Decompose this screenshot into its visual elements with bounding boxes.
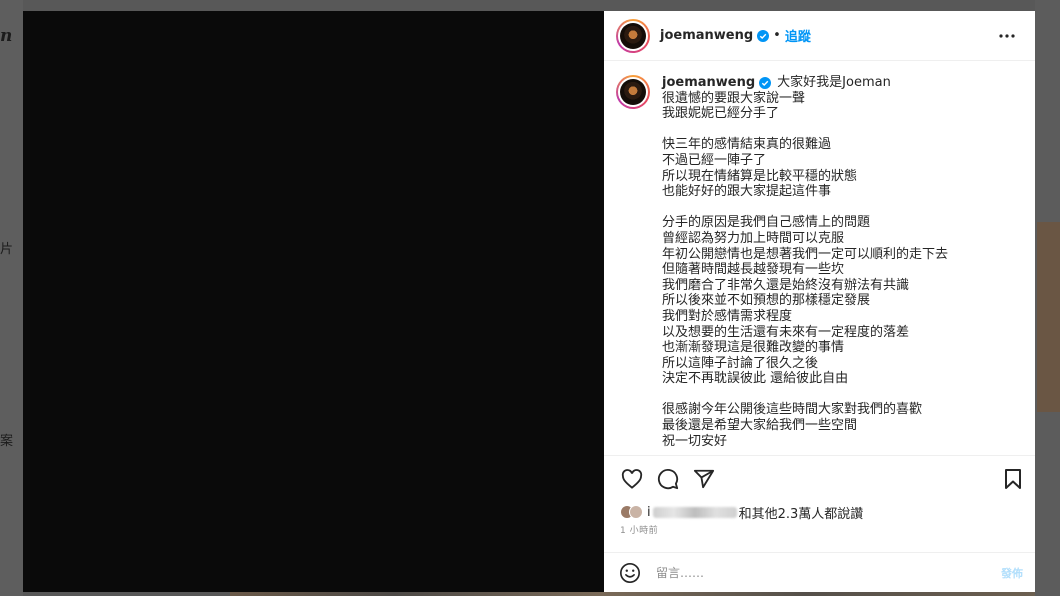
more-options-icon[interactable]: [995, 24, 1019, 48]
caption-username[interactable]: joemanweng: [662, 75, 755, 91]
caption-line: 最後還是希望大家給我們一些空間: [662, 418, 858, 434]
heart-icon[interactable]: [618, 465, 646, 493]
liker-avatars[interactable]: [620, 505, 643, 519]
caption-line: 年初公開戀情也是想著我們一定可以順利的走下去: [662, 246, 949, 262]
verified-badge-icon: [757, 29, 770, 42]
verified-badge-icon: [759, 76, 772, 89]
caption-line: 曾經認為努力加上時間可以克服: [662, 230, 845, 246]
caption-line: 不過已經一陣子了: [662, 152, 767, 168]
post-modal: joemanweng • 追蹤 joemanweng 大家好我是Joeman 很…: [23, 11, 1035, 592]
caption-line: 祝一切安好: [662, 433, 728, 449]
caption-text: joemanweng 大家好我是Joeman 很遺憾的要跟大家說一聲 我跟妮妮已經…: [662, 75, 948, 455]
caption-line: 決定不再耽誤彼此 還給彼此自由: [662, 371, 849, 387]
caption-line: 所以後來並不如預想的那樣穩定發展: [662, 293, 871, 309]
avatar[interactable]: [616, 18, 650, 53]
caption-line: 很感謝今年公開後這些時間大家對我們的喜歡: [662, 402, 923, 418]
caption-line: 但隨著時間越長越發現有一些坎: [662, 262, 845, 278]
header-username[interactable]: joemanweng: [660, 28, 753, 43]
follow-button[interactable]: 追蹤: [785, 26, 811, 45]
caption-line: 分手的原因是我們自己感情上的問題: [662, 215, 871, 231]
caption-line: [662, 200, 948, 216]
caption-line: 我跟妮妮已經分手了: [662, 106, 780, 122]
caption-line: 也能好好的跟大家提起這件事: [662, 184, 832, 200]
caption-section: joemanweng 大家好我是Joeman 很遺憾的要跟大家說一聲 我跟妮妮已經…: [604, 61, 1035, 455]
background-sidebar: n 片 案: [0, 0, 23, 596]
background-logo-fragment: n: [0, 26, 13, 46]
background-text-fragment: 片: [0, 242, 14, 257]
likes-summary: i 和其他2.3萬人都說讚: [604, 501, 1035, 523]
background-text-fragment: 案: [0, 434, 14, 449]
separator-dot: •: [773, 28, 781, 43]
caption-avatar[interactable]: [616, 75, 650, 109]
action-bar: [604, 455, 1035, 501]
caption-lines: 很遺憾的要跟大家說一聲 我跟妮妮已經分手了快三年的感情結束真的很難過 不過已經一陣子…: [662, 91, 948, 450]
caption-first-line: 大家好我是Joeman: [777, 75, 891, 90]
likes-count-text[interactable]: 和其他2.3萬人都說讚: [739, 503, 864, 522]
comment-input[interactable]: [656, 565, 1001, 580]
bookmark-icon[interactable]: [999, 465, 1027, 493]
caption-line: [662, 387, 948, 403]
caption-line: 所以這陣子討論了很久之後: [662, 355, 819, 371]
caption-line: 所以現在情緒算是比較平穩的狀態: [662, 168, 858, 184]
caption-line: 很遺憾的要跟大家說一聲: [662, 90, 806, 106]
caption-line: [662, 122, 948, 138]
liker-name-prefix[interactable]: i: [647, 505, 651, 520]
blurred-liker-name: [652, 506, 737, 518]
post-image[interactable]: [23, 11, 604, 592]
post-panel: joemanweng • 追蹤 joemanweng 大家好我是Joeman 很…: [604, 11, 1035, 592]
background-right-edge: [1035, 0, 1060, 596]
caption-line: 我們對於感情需求程度: [662, 308, 793, 324]
post-comment-button[interactable]: 發佈: [1001, 565, 1023, 581]
caption-line: 以及想要的生活還有未來有一定程度的落差: [662, 324, 910, 340]
post-timestamp[interactable]: 1 小時前: [604, 523, 1035, 539]
share-icon[interactable]: [690, 465, 718, 493]
caption-line: 快三年的感情結束真的很難過: [662, 137, 832, 153]
caption-line: 我們磨合了非常久還是始終沒有辦法有共識: [662, 277, 910, 293]
comment-icon[interactable]: [654, 465, 682, 493]
caption-line: 也漸漸發現這是很難改變的事情: [662, 340, 845, 356]
post-header: joemanweng • 追蹤: [604, 11, 1035, 61]
emoji-icon[interactable]: [618, 561, 642, 585]
comment-box: 發佈: [604, 552, 1035, 592]
